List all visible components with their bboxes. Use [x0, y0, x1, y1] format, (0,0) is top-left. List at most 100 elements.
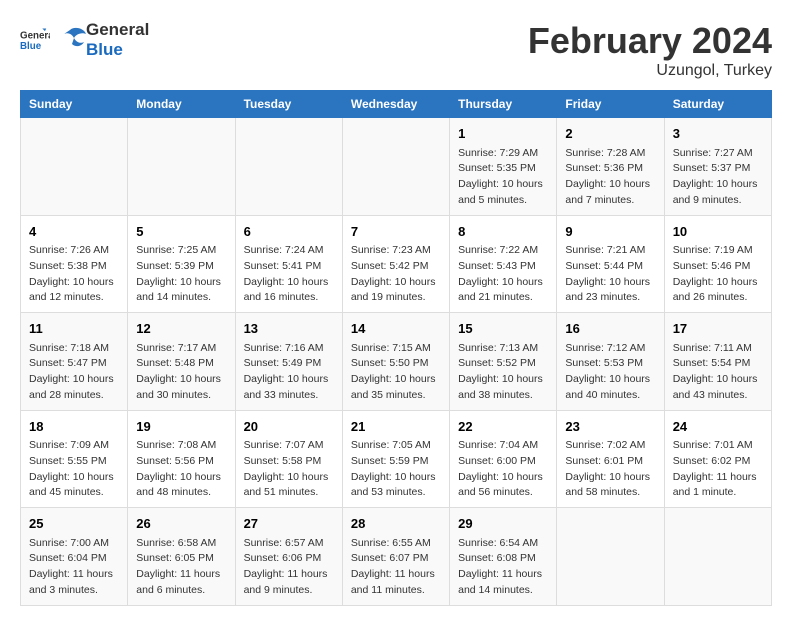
calendar-header-row: SundayMondayTuesdayWednesdayThursdayFrid… [21, 91, 772, 118]
calendar-week-row: 1Sunrise: 7:29 AM Sunset: 5:35 PM Daylig… [21, 118, 772, 216]
calendar-cell: 16Sunrise: 7:12 AM Sunset: 5:53 PM Dayli… [557, 313, 664, 411]
day-info: Sunrise: 7:21 AM Sunset: 5:44 PM Dayligh… [565, 243, 655, 306]
day-number: 29 [458, 514, 548, 534]
calendar-cell [557, 508, 664, 606]
day-info: Sunrise: 7:15 AM Sunset: 5:50 PM Dayligh… [351, 341, 441, 404]
calendar-cell: 3Sunrise: 7:27 AM Sunset: 5:37 PM Daylig… [664, 118, 771, 216]
day-info: Sunrise: 6:54 AM Sunset: 6:08 PM Dayligh… [458, 536, 548, 599]
calendar-cell [664, 508, 771, 606]
calendar-cell: 14Sunrise: 7:15 AM Sunset: 5:50 PM Dayli… [342, 313, 449, 411]
calendar-cell: 1Sunrise: 7:29 AM Sunset: 5:35 PM Daylig… [450, 118, 557, 216]
day-number: 19 [136, 417, 226, 437]
day-number: 22 [458, 417, 548, 437]
calendar-cell: 5Sunrise: 7:25 AM Sunset: 5:39 PM Daylig… [128, 215, 235, 313]
day-info: Sunrise: 7:08 AM Sunset: 5:56 PM Dayligh… [136, 438, 226, 501]
calendar-cell: 6Sunrise: 7:24 AM Sunset: 5:41 PM Daylig… [235, 215, 342, 313]
day-info: Sunrise: 7:02 AM Sunset: 6:01 PM Dayligh… [565, 438, 655, 501]
calendar-cell [342, 118, 449, 216]
day-info: Sunrise: 7:12 AM Sunset: 5:53 PM Dayligh… [565, 341, 655, 404]
svg-text:General: General [20, 31, 50, 42]
day-number: 9 [565, 222, 655, 242]
day-number: 10 [673, 222, 763, 242]
day-info: Sunrise: 6:58 AM Sunset: 6:05 PM Dayligh… [136, 536, 226, 599]
day-number: 2 [565, 124, 655, 144]
day-number: 20 [244, 417, 334, 437]
header-saturday: Saturday [664, 91, 771, 118]
day-number: 15 [458, 319, 548, 339]
day-info: Sunrise: 7:24 AM Sunset: 5:41 PM Dayligh… [244, 243, 334, 306]
day-info: Sunrise: 7:26 AM Sunset: 5:38 PM Dayligh… [29, 243, 119, 306]
day-number: 16 [565, 319, 655, 339]
day-info: Sunrise: 7:17 AM Sunset: 5:48 PM Dayligh… [136, 341, 226, 404]
calendar-cell [235, 118, 342, 216]
day-info: Sunrise: 7:07 AM Sunset: 5:58 PM Dayligh… [244, 438, 334, 501]
day-info: Sunrise: 7:13 AM Sunset: 5:52 PM Dayligh… [458, 341, 548, 404]
day-info: Sunrise: 7:29 AM Sunset: 5:35 PM Dayligh… [458, 146, 548, 209]
calendar-cell: 20Sunrise: 7:07 AM Sunset: 5:58 PM Dayli… [235, 410, 342, 508]
header-thursday: Thursday [450, 91, 557, 118]
day-info: Sunrise: 7:19 AM Sunset: 5:46 PM Dayligh… [673, 243, 763, 306]
calendar-cell: 8Sunrise: 7:22 AM Sunset: 5:43 PM Daylig… [450, 215, 557, 313]
logo-icon: General Blue [20, 28, 50, 52]
page-header: General Blue General Blue February 2024 … [20, 20, 772, 80]
day-number: 12 [136, 319, 226, 339]
header-wednesday: Wednesday [342, 91, 449, 118]
calendar-week-row: 25Sunrise: 7:00 AM Sunset: 6:04 PM Dayli… [21, 508, 772, 606]
day-info: Sunrise: 7:09 AM Sunset: 5:55 PM Dayligh… [29, 438, 119, 501]
calendar-cell: 15Sunrise: 7:13 AM Sunset: 5:52 PM Dayli… [450, 313, 557, 411]
title-block: February 2024 Uzungol, Turkey [528, 20, 772, 80]
calendar-cell: 27Sunrise: 6:57 AM Sunset: 6:06 PM Dayli… [235, 508, 342, 606]
day-number: 5 [136, 222, 226, 242]
calendar-cell: 23Sunrise: 7:02 AM Sunset: 6:01 PM Dayli… [557, 410, 664, 508]
main-title: February 2024 [528, 20, 772, 62]
calendar-cell: 12Sunrise: 7:17 AM Sunset: 5:48 PM Dayli… [128, 313, 235, 411]
day-info: Sunrise: 7:05 AM Sunset: 5:59 PM Dayligh… [351, 438, 441, 501]
calendar-cell: 21Sunrise: 7:05 AM Sunset: 5:59 PM Dayli… [342, 410, 449, 508]
day-info: Sunrise: 7:27 AM Sunset: 5:37 PM Dayligh… [673, 146, 763, 209]
header-tuesday: Tuesday [235, 91, 342, 118]
day-info: Sunrise: 7:28 AM Sunset: 5:36 PM Dayligh… [565, 146, 655, 209]
day-number: 26 [136, 514, 226, 534]
calendar-cell: 9Sunrise: 7:21 AM Sunset: 5:44 PM Daylig… [557, 215, 664, 313]
calendar-cell: 4Sunrise: 7:26 AM Sunset: 5:38 PM Daylig… [21, 215, 128, 313]
logo-blue-text: Blue [86, 40, 123, 59]
header-sunday: Sunday [21, 91, 128, 118]
calendar-cell: 18Sunrise: 7:09 AM Sunset: 5:55 PM Dayli… [21, 410, 128, 508]
calendar-cell: 7Sunrise: 7:23 AM Sunset: 5:42 PM Daylig… [342, 215, 449, 313]
calendar-cell: 24Sunrise: 7:01 AM Sunset: 6:02 PM Dayli… [664, 410, 771, 508]
logo-bird-icon [54, 26, 86, 54]
calendar-cell: 25Sunrise: 7:00 AM Sunset: 6:04 PM Dayli… [21, 508, 128, 606]
day-number: 28 [351, 514, 441, 534]
day-number: 18 [29, 417, 119, 437]
day-info: Sunrise: 7:22 AM Sunset: 5:43 PM Dayligh… [458, 243, 548, 306]
day-info: Sunrise: 7:01 AM Sunset: 6:02 PM Dayligh… [673, 438, 763, 501]
calendar-cell: 13Sunrise: 7:16 AM Sunset: 5:49 PM Dayli… [235, 313, 342, 411]
header-friday: Friday [557, 91, 664, 118]
day-info: Sunrise: 7:18 AM Sunset: 5:47 PM Dayligh… [29, 341, 119, 404]
svg-text:Blue: Blue [20, 41, 42, 52]
day-info: Sunrise: 6:57 AM Sunset: 6:06 PM Dayligh… [244, 536, 334, 599]
day-number: 24 [673, 417, 763, 437]
day-number: 17 [673, 319, 763, 339]
header-monday: Monday [128, 91, 235, 118]
logo-general-text: General [86, 20, 149, 39]
day-number: 6 [244, 222, 334, 242]
day-info: Sunrise: 7:00 AM Sunset: 6:04 PM Dayligh… [29, 536, 119, 599]
day-number: 4 [29, 222, 119, 242]
day-number: 14 [351, 319, 441, 339]
subtitle: Uzungol, Turkey [528, 62, 772, 80]
calendar-cell [128, 118, 235, 216]
calendar-cell: 28Sunrise: 6:55 AM Sunset: 6:07 PM Dayli… [342, 508, 449, 606]
calendar-cell: 17Sunrise: 7:11 AM Sunset: 5:54 PM Dayli… [664, 313, 771, 411]
day-number: 7 [351, 222, 441, 242]
calendar-cell [21, 118, 128, 216]
calendar-cell: 10Sunrise: 7:19 AM Sunset: 5:46 PM Dayli… [664, 215, 771, 313]
calendar-week-row: 4Sunrise: 7:26 AM Sunset: 5:38 PM Daylig… [21, 215, 772, 313]
day-number: 3 [673, 124, 763, 144]
day-number: 1 [458, 124, 548, 144]
calendar-cell: 26Sunrise: 6:58 AM Sunset: 6:05 PM Dayli… [128, 508, 235, 606]
calendar-cell: 29Sunrise: 6:54 AM Sunset: 6:08 PM Dayli… [450, 508, 557, 606]
calendar-cell: 2Sunrise: 7:28 AM Sunset: 5:36 PM Daylig… [557, 118, 664, 216]
logo: General Blue General Blue [20, 20, 149, 60]
calendar-week-row: 11Sunrise: 7:18 AM Sunset: 5:47 PM Dayli… [21, 313, 772, 411]
